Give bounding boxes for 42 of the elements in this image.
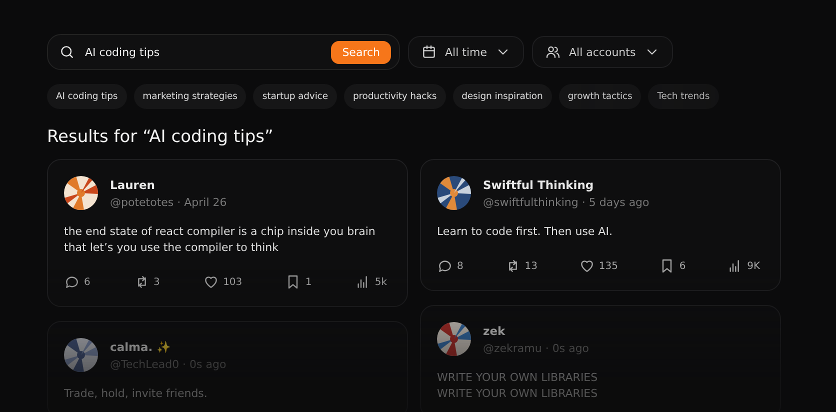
suggestion-chip[interactable]: growth tactics (558, 84, 642, 109)
suggestion-chip[interactable]: startup advice (253, 84, 337, 109)
suggestion-chip[interactable]: productivity hacks (344, 84, 446, 109)
likes-count[interactable]: 135 (578, 258, 618, 274)
search-field[interactable]: AI coding tips Search (47, 34, 400, 70)
filter-dropdown[interactable]: All accounts (532, 36, 673, 68)
reply-icon (64, 274, 80, 290)
author-handle: @swiftfulthinking · 5 days ago (483, 196, 650, 208)
search-icon (59, 44, 75, 60)
likes-count[interactable]: 103 (203, 274, 242, 290)
author-name: calma. ✨ (110, 340, 172, 354)
views-count[interactable]: 9K (727, 258, 760, 274)
results-heading: Results for “AI coding tips” (47, 127, 274, 147)
post-card[interactable]: Lauren @potetotes · April 26 the end state of react compiler is a chip inside you brain that let’s you use the compiler to think 6 3 103 1 5k (47, 159, 408, 307)
replies-count[interactable]: 6 (64, 274, 90, 290)
reply-icon (437, 258, 453, 274)
calendar-icon (421, 44, 437, 60)
suggestion-chip[interactable]: Tech trends (648, 84, 719, 109)
users-icon (545, 44, 561, 60)
post-card[interactable]: Swiftful Thinking @swiftfulthinking · 5 days ago Learn to code first. Then use AI. 8 13 135 6 9K (420, 159, 781, 291)
post-text: Trade, hold, invite friends. (64, 386, 208, 402)
author-name: Swiftful Thinking (483, 178, 595, 192)
bookmarks-count[interactable]: 1 (285, 274, 312, 290)
heart-icon (578, 258, 595, 274)
suggestion-chip[interactable]: marketing strategies (134, 84, 246, 109)
post-text: the end state of react compiler is a chip inside you brain that let’s you use the compiler to think (64, 224, 376, 256)
author-handle: @potetotes · April 26 (110, 196, 227, 208)
author-name: zek (483, 324, 506, 338)
replies-count[interactable]: 8 (437, 258, 464, 274)
post-text: WRITE YOUR OWN LIBRARIES WRITE YOUR OWN LIBRARIES (437, 370, 599, 402)
author-handle: @zekramu · 0s ago (483, 342, 590, 354)
heart-icon (203, 274, 220, 290)
suggestion-chip[interactable]: design inspiration (452, 84, 552, 109)
views-count[interactable]: 5k (354, 274, 387, 290)
filter-dropdown[interactable]: All time (408, 36, 524, 68)
bookmarks-count[interactable]: 6 (659, 258, 686, 274)
author-name: Lauren (110, 178, 156, 192)
post-card[interactable]: zek @zekramu · 0s ago WRITE YOUR OWN LIBRARIES WRITE YOUR OWN LIBRARIES (420, 305, 781, 412)
reposts-count[interactable]: 13 (504, 258, 538, 274)
post-text: Learn to code first. Then use AI. (437, 224, 614, 240)
reposts-count[interactable]: 3 (134, 274, 160, 290)
suggestion-chip[interactable]: AI coding tips (47, 84, 127, 109)
